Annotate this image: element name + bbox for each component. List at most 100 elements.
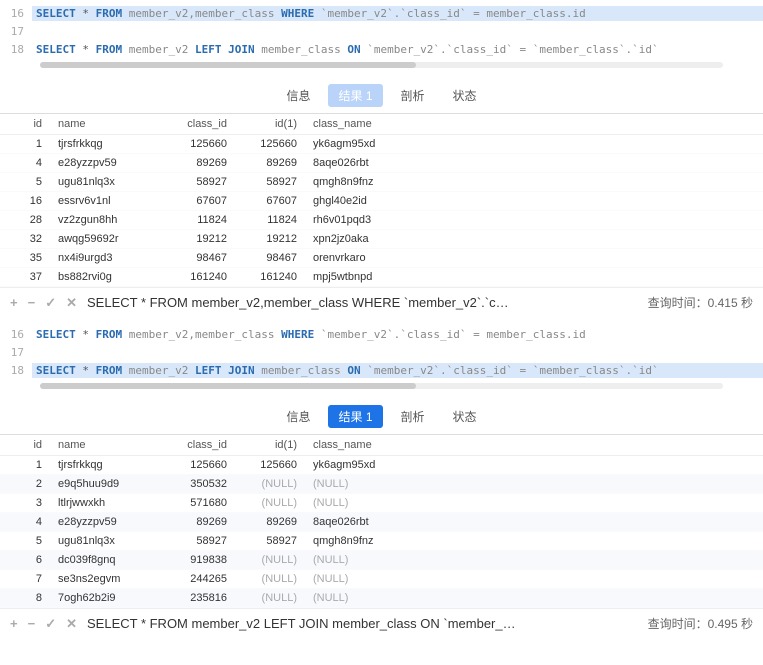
table-cell: awqg59692r — [50, 230, 160, 249]
check-icon[interactable]: ✓ — [45, 616, 56, 632]
line-number: 18 — [0, 43, 32, 56]
col-class-id[interactable]: class_id — [160, 435, 235, 456]
table-cell: 16 — [0, 192, 50, 211]
table-row[interactable]: 1tjrsfrkkqg125660125660yk6agm95xd — [0, 135, 763, 154]
table-row[interactable]: 4e28yzzpv5989269892698aqe026rbt — [0, 154, 763, 173]
table-cell: xpn2jz0aka — [305, 230, 763, 249]
col-class-name[interactable]: class_name — [305, 114, 763, 135]
horizontal-scrollbar[interactable] — [40, 383, 723, 389]
col-id[interactable]: id — [0, 114, 50, 135]
minus-icon[interactable]: − — [28, 616, 36, 632]
table-row[interactable]: 7se3ns2egvm244265(NULL)(NULL) — [0, 570, 763, 589]
tab-result-1[interactable]: 结果 1 — [328, 84, 382, 107]
table-cell: rh6v01pqd3 — [305, 211, 763, 230]
table-cell: (NULL) — [305, 494, 763, 513]
sql-line-16: SELECT * FROM member_v2,member_class WHE… — [32, 327, 763, 342]
table-cell: 350532 — [160, 475, 235, 494]
col-name[interactable]: name — [50, 114, 160, 135]
table-cell: 89269 — [160, 513, 235, 532]
table-cell: 67607 — [235, 192, 305, 211]
table-cell: 125660 — [235, 456, 305, 475]
table-row[interactable]: 37bs882rvi0g161240161240mpj5wtbnpd — [0, 268, 763, 287]
horizontal-scrollbar[interactable] — [40, 62, 723, 68]
col-class-name[interactable]: class_name — [305, 435, 763, 456]
status-query-text: SELECT * FROM member_v2 LEFT JOIN member… — [87, 616, 638, 631]
table-row[interactable]: 32awqg59692r1921219212xpn2jz0aka — [0, 230, 763, 249]
line-number: 17 — [0, 25, 32, 38]
table-cell: dc039f8gnq — [50, 551, 160, 570]
table-cell: 7ogh62b2i9 — [50, 589, 160, 608]
table-cell: (NULL) — [235, 589, 305, 608]
tab-status[interactable]: 状态 — [443, 84, 487, 107]
status-bar-1: + − ✓ ✕ SELECT * FROM member_v2,member_c… — [0, 287, 763, 317]
table-row[interactable]: 5ugu81nlq3x5892758927qmgh8n9fnz — [0, 173, 763, 192]
tab-status[interactable]: 状态 — [443, 405, 487, 428]
table-cell: tjrsfrkkqg — [50, 135, 160, 154]
table-cell: yk6agm95xd — [305, 135, 763, 154]
add-icon[interactable]: + — [10, 295, 18, 311]
col-class-id[interactable]: class_id — [160, 114, 235, 135]
table-cell: 98467 — [235, 249, 305, 268]
tab-info[interactable]: 信息 — [276, 405, 320, 428]
tab-analysis[interactable]: 剖析 — [391, 405, 435, 428]
sql-line-17 — [32, 30, 763, 32]
col-name[interactable]: name — [50, 435, 160, 456]
table-cell: 89269 — [235, 513, 305, 532]
table-cell: 7 — [0, 570, 50, 589]
table-cell: 244265 — [160, 570, 235, 589]
table-cell: 161240 — [160, 268, 235, 287]
result-table-1: id name class_id id(1) class_name 1tjrsf… — [0, 113, 763, 287]
table-row[interactable]: 87ogh62b2i9235816(NULL)(NULL) — [0, 589, 763, 608]
table-cell: ltlrjwwxkh — [50, 494, 160, 513]
add-icon[interactable]: + — [10, 616, 18, 632]
table-row[interactable]: 4e28yzzpv5989269892698aqe026rbt — [0, 513, 763, 532]
table-cell: 58927 — [235, 173, 305, 192]
table-row[interactable]: 3ltlrjwwxkh571680(NULL)(NULL) — [0, 494, 763, 513]
table-cell: 125660 — [160, 135, 235, 154]
col-id1[interactable]: id(1) — [235, 114, 305, 135]
check-icon[interactable]: ✓ — [45, 295, 56, 311]
minus-icon[interactable]: − — [28, 295, 36, 311]
sql-line-18: SELECT * FROM member_v2 LEFT JOIN member… — [32, 363, 763, 378]
table-cell: 35 — [0, 249, 50, 268]
tab-info[interactable]: 信息 — [276, 84, 320, 107]
table-cell: (NULL) — [305, 475, 763, 494]
close-icon[interactable]: ✕ — [66, 616, 77, 632]
result-table-2: id name class_id id(1) class_name 1tjrsf… — [0, 434, 763, 608]
table-cell: ghgl40e2id — [305, 192, 763, 211]
table-cell: 58927 — [160, 173, 235, 192]
table-cell: nx4i9urgd3 — [50, 249, 160, 268]
result-tabs-1: 信息 结果 1 剖析 状态 — [0, 76, 763, 113]
sql-editor-2[interactable]: 16 SELECT * FROM member_v2,member_class … — [0, 321, 763, 397]
table-cell: ugu81nlq3x — [50, 532, 160, 551]
table-cell: se3ns2egvm — [50, 570, 160, 589]
table-row[interactable]: 16essrv6v1nl6760767607ghgl40e2id — [0, 192, 763, 211]
table-cell: 2 — [0, 475, 50, 494]
table-cell: 67607 — [160, 192, 235, 211]
table-row[interactable]: 2e9q5huu9d9350532(NULL)(NULL) — [0, 475, 763, 494]
table-cell: (NULL) — [305, 589, 763, 608]
tab-result-1[interactable]: 结果 1 — [328, 405, 382, 428]
table-cell: e9q5huu9d9 — [50, 475, 160, 494]
table-cell: 19212 — [235, 230, 305, 249]
sql-line-17 — [32, 351, 763, 353]
table-cell: e28yzzpv59 — [50, 513, 160, 532]
col-id1[interactable]: id(1) — [235, 435, 305, 456]
line-number: 18 — [0, 364, 32, 377]
table-row[interactable]: 6dc039f8gnq919838(NULL)(NULL) — [0, 551, 763, 570]
sql-line-16: SELECT * FROM member_v2,member_class WHE… — [32, 6, 763, 21]
table-cell: 8aqe026rbt — [305, 154, 763, 173]
table-row[interactable]: 1tjrsfrkkqg125660125660yk6agm95xd — [0, 456, 763, 475]
table-row[interactable]: 35nx4i9urgd39846798467orenvrkaro — [0, 249, 763, 268]
sql-editor-1[interactable]: 16 SELECT * FROM member_v2,member_class … — [0, 0, 763, 76]
table-cell: 58927 — [160, 532, 235, 551]
tab-analysis[interactable]: 剖析 — [391, 84, 435, 107]
col-id[interactable]: id — [0, 435, 50, 456]
status-query-text: SELECT * FROM member_v2,member_class WHE… — [87, 295, 638, 310]
table-cell: (NULL) — [305, 570, 763, 589]
table-row[interactable]: 28vz2zgun8hh1182411824rh6v01pqd3 — [0, 211, 763, 230]
table-cell: yk6agm95xd — [305, 456, 763, 475]
close-icon[interactable]: ✕ — [66, 295, 77, 311]
table-row[interactable]: 5ugu81nlq3x5892758927qmgh8n9fnz — [0, 532, 763, 551]
table-header-row: id name class_id id(1) class_name — [0, 435, 763, 456]
